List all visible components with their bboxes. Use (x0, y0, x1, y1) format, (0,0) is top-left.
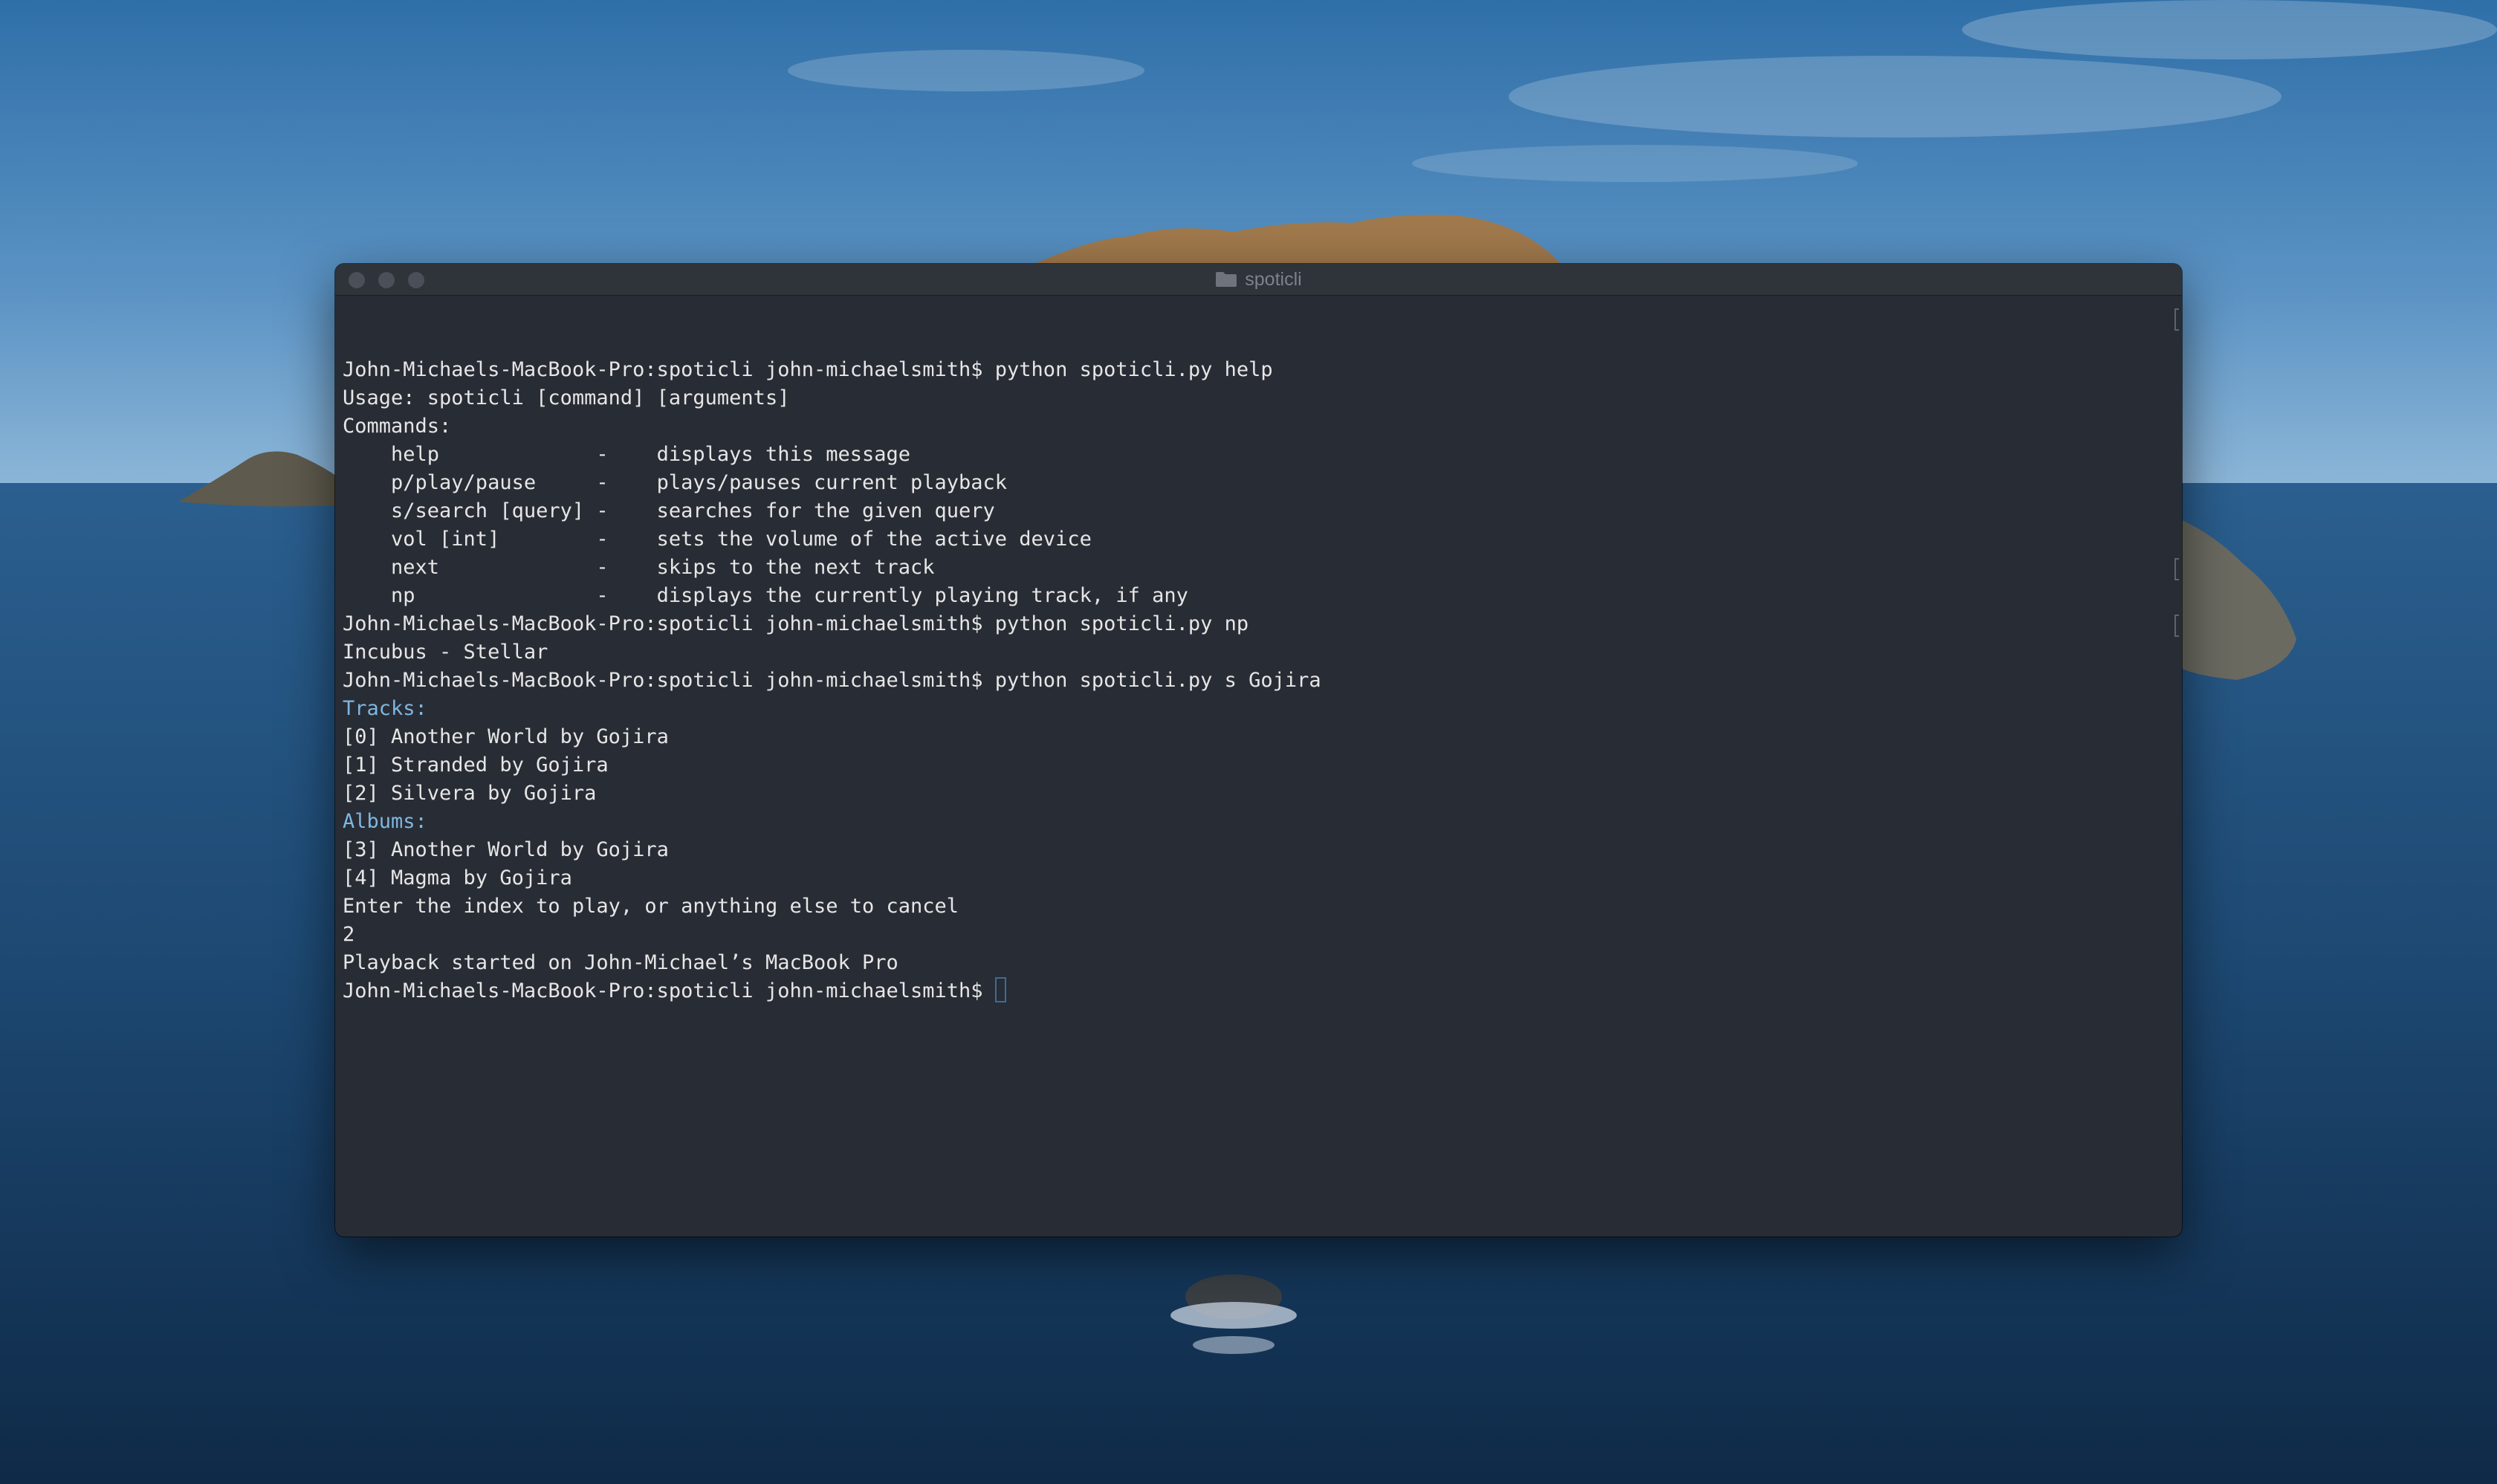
scroll-marker (2174, 615, 2179, 637)
output-heading: Albums: (343, 810, 427, 833)
terminal-line: Commands: (343, 415, 452, 438)
terminal-line: np - displays the currently playing trac… (343, 584, 1188, 607)
terminal-line: John-Michaels-MacBook-Pro:spoticli john-… (343, 358, 1273, 381)
window-title-group: spoticli (335, 264, 2182, 295)
terminal-line: John-Michaels-MacBook-Pro:spoticli john-… (343, 669, 1321, 692)
terminal-line: Usage: spoticli [command] [arguments] (343, 386, 790, 409)
terminal-line: [2] Silvera by Gojira (343, 782, 597, 805)
output-heading: Tracks: (343, 697, 427, 720)
terminal-line: Enter the index to play, or anything els… (343, 895, 959, 918)
terminal-line: [4] Magma by Gojira (343, 866, 572, 890)
prompt-line[interactable]: John-Michaels-MacBook-Pro:spoticli john-… (343, 977, 2174, 1005)
shell-prompt: John-Michaels-MacBook-Pro:spoticli john-… (343, 979, 983, 1002)
terminal-line: 2 (343, 923, 355, 946)
scroll-marker (2174, 308, 2179, 331)
folder-icon (1216, 272, 1237, 287)
title-bar[interactable]: spoticli (335, 264, 2182, 296)
terminal-line: [0] Another World by Gojira (343, 725, 669, 748)
scroll-marker (2174, 558, 2179, 580)
terminal-line: John-Michaels-MacBook-Pro:spoticli john-… (343, 612, 1249, 635)
terminal-line: next - skips to the next track (343, 556, 935, 579)
terminal-line: [3] Another World by Gojira (343, 838, 669, 861)
terminal-line: p/play/pause - plays/pauses current play… (343, 471, 1008, 494)
terminal-line: Playback started on John-Michael’s MacBo… (343, 951, 898, 974)
terminal-window[interactable]: spoticli John-Michaels-MacBook-Pro:spoti… (335, 264, 2182, 1237)
text-cursor (994, 977, 1006, 1002)
terminal-line: [1] Stranded by Gojira (343, 754, 609, 777)
terminal-line: vol [int] - sets the volume of the activ… (343, 528, 1092, 551)
terminal-line: Incubus - Stellar (343, 641, 548, 664)
terminal-output[interactable]: John-Michaels-MacBook-Pro:spoticli john-… (343, 299, 2174, 1229)
terminal-line: s/search [query] - searches for the give… (343, 499, 995, 522)
terminal-line: help - displays this message (343, 443, 911, 466)
window-title: spoticli (1245, 268, 1302, 290)
